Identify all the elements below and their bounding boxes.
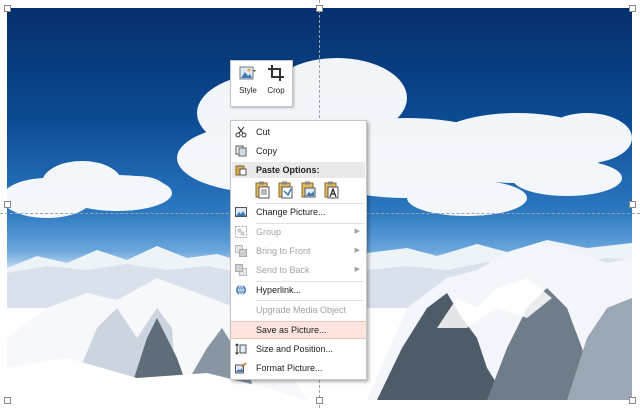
resize-handle-right[interactable] xyxy=(629,201,636,208)
crop-label: Crop xyxy=(267,86,285,95)
mini-toolbar: Style Crop xyxy=(230,60,293,107)
copy-icon xyxy=(235,145,247,157)
resize-handle-top[interactable] xyxy=(316,5,323,12)
resize-handle-left[interactable] xyxy=(4,201,11,208)
resize-handle-bottom[interactable] xyxy=(316,397,323,404)
menu-item-copy[interactable]: Copy xyxy=(231,142,366,160)
scissors-icon xyxy=(235,126,247,138)
menu-item-label: Bring to Front xyxy=(256,246,311,256)
menu-item-label: Copy xyxy=(256,146,278,156)
resize-handle-bottom-right[interactable] xyxy=(629,397,636,404)
menu-item-size-and-position[interactable]: Size and Position... xyxy=(231,340,366,358)
menu-item-bring-to-front[interactable]: Bring to Front ▶ xyxy=(231,242,366,260)
menu-item-upgrade-media-object[interactable]: Upgrade Media Object xyxy=(231,301,366,319)
bring-to-front-icon xyxy=(235,245,247,257)
menu-item-save-as-picture[interactable]: Save as Picture... xyxy=(231,321,366,339)
menu-item-format-picture[interactable]: Format Picture... xyxy=(231,359,366,377)
menu-item-label: Upgrade Media Object xyxy=(256,305,347,315)
submenu-arrow-icon: ▶ xyxy=(354,228,360,235)
clipboard-icon xyxy=(235,165,247,176)
menu-item-label: Hyperlink... xyxy=(256,285,302,295)
format-picture-icon xyxy=(235,362,247,374)
paste-text-only-icon[interactable] xyxy=(324,181,340,199)
menu-item-label: Format Picture... xyxy=(256,363,323,373)
send-to-back-icon xyxy=(235,264,247,276)
size-position-icon xyxy=(235,343,247,355)
context-menu: Cut Copy Paste Options: Change Picture..… xyxy=(230,120,367,380)
resize-handle-top-left[interactable] xyxy=(4,5,11,12)
submenu-arrow-icon: ▶ xyxy=(354,247,360,254)
menu-item-label: Change Picture... xyxy=(256,207,326,217)
menu-item-label: Save as Picture... xyxy=(256,325,327,335)
change-picture-icon xyxy=(235,207,247,217)
paste-merge-formatting-icon[interactable] xyxy=(278,181,294,199)
menu-item-label: Paste Options: xyxy=(256,165,320,175)
picture-style-icon xyxy=(239,66,256,80)
menu-item-label: Send to Back xyxy=(256,265,310,275)
paste-options-header: Paste Options: xyxy=(232,162,365,178)
menu-item-hyperlink[interactable]: Hyperlink... xyxy=(231,281,366,299)
menu-item-label: Cut xyxy=(256,127,271,137)
menu-item-group[interactable]: Group ▶ xyxy=(231,223,366,241)
resize-handle-top-right[interactable] xyxy=(629,5,636,12)
menu-item-change-picture[interactable]: Change Picture... xyxy=(231,203,366,221)
style-button[interactable]: Style xyxy=(234,64,262,104)
menu-item-cut[interactable]: Cut xyxy=(231,123,366,141)
group-icon xyxy=(235,226,247,238)
hyperlink-icon xyxy=(236,284,246,296)
style-label: Style xyxy=(239,86,257,95)
menu-item-label: Size and Position... xyxy=(256,344,334,354)
menu-item-label: Group xyxy=(256,227,282,237)
paste-keep-formatting-icon[interactable] xyxy=(255,181,271,199)
paste-picture-icon[interactable] xyxy=(301,181,317,199)
resize-handle-bottom-left[interactable] xyxy=(4,397,11,404)
crop-icon xyxy=(268,65,284,81)
menu-item-send-to-back[interactable]: Send to Back ▶ xyxy=(231,261,366,279)
crop-button[interactable]: Crop xyxy=(262,64,290,104)
submenu-arrow-icon: ▶ xyxy=(354,266,360,273)
